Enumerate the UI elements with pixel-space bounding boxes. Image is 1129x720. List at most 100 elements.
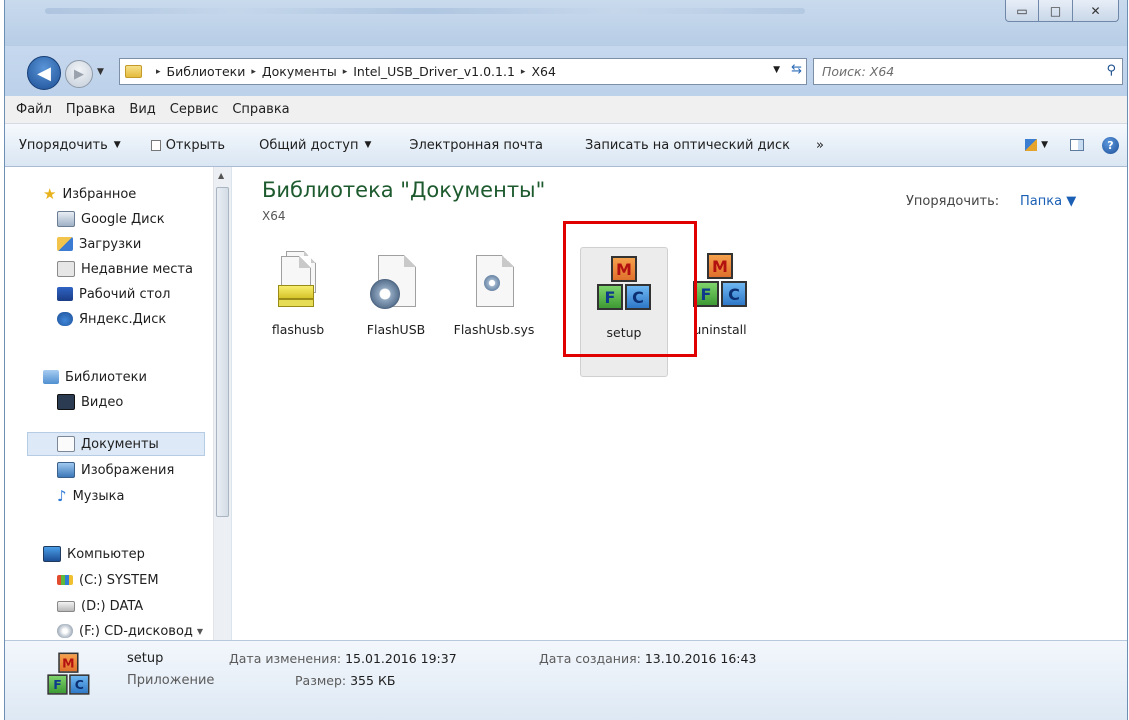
nav-music-label: Музыка: [72, 488, 125, 504]
burn-label: Записать на оптический диск: [585, 137, 790, 153]
nav-video-label: Видео: [81, 394, 124, 410]
recent-pages-dropdown[interactable]: ▼: [97, 67, 104, 77]
file-item-flashusb[interactable]: flashusb: [254, 245, 342, 375]
breadcrumb-separator-icon[interactable]: ▸: [521, 67, 526, 77]
nav-computer-label: Компьютер: [67, 546, 145, 562]
nav-music[interactable]: ♪ Музыка: [57, 485, 124, 507]
created-label: Дата создания:: [539, 651, 641, 666]
scroll-thumb[interactable]: [216, 187, 229, 517]
nav-desktop[interactable]: Рабочий стол: [57, 283, 170, 305]
nav-downloads-label: Загрузки: [79, 236, 142, 252]
menu-tools[interactable]: Сервис: [163, 102, 226, 117]
modified-date: Дата изменения: 15.01.2016 19:37: [229, 651, 457, 666]
organize-button[interactable]: Упорядочить ▼: [5, 124, 133, 166]
computer-icon: [43, 546, 61, 562]
menu-bar: Файл Правка Вид Сервис Справка: [5, 96, 1127, 124]
nav-yandex-disk[interactable]: Яндекс.Диск: [57, 308, 166, 330]
nav-recent-label: Недавние места: [81, 261, 193, 277]
breadcrumb-documents[interactable]: Документы: [262, 64, 337, 79]
menu-view[interactable]: Вид: [122, 102, 162, 117]
nav-libraries[interactable]: Библиотеки: [43, 366, 147, 388]
modified-label: Дата изменения:: [229, 651, 342, 666]
navigation-pane: ★ Избранное Google Диск Загрузки Недавни…: [5, 167, 232, 640]
address-dropdown-icon[interactable]: ▼: [773, 65, 780, 75]
search-icon[interactable]: ⚲: [1106, 63, 1116, 78]
nav-favorites[interactable]: ★ Избранное: [43, 183, 136, 205]
breadcrumb-driver-folder[interactable]: Intel_USB_Driver_v1.0.1.1: [353, 64, 515, 79]
breadcrumb-x64[interactable]: X64: [531, 64, 555, 79]
help-icon[interactable]: ?: [1102, 136, 1119, 154]
downloads-icon: [57, 237, 73, 251]
breadcrumb-libraries[interactable]: Библиотеки: [167, 64, 246, 79]
library-title: Библиотека "Документы": [262, 178, 546, 202]
file-item-flashusb-config[interactable]: FlashUSB: [352, 245, 440, 375]
created-value: 13.10.2016 16:43: [644, 651, 757, 666]
file-name: flashusb: [271, 322, 325, 337]
share-button[interactable]: Общий доступ ▼: [237, 124, 383, 166]
share-label: Общий доступ: [259, 137, 359, 153]
organize-label: Упорядочить: [19, 137, 108, 153]
change-view-icon[interactable]: [1025, 139, 1038, 151]
nav-recent[interactable]: Недавние места: [57, 258, 193, 280]
explorer-window: ▭ □ ✕ ◀ ▶ ▼ ▸ Библиотеки ▸ Документы ▸ I…: [4, 0, 1128, 720]
menu-help[interactable]: Справка: [225, 102, 296, 117]
file-name: FlashUsb.sys: [453, 322, 535, 337]
breadcrumb-separator-icon[interactable]: ▸: [251, 67, 256, 77]
view-dropdown-icon[interactable]: ▼: [1041, 140, 1048, 150]
forward-button[interactable]: ▶: [65, 60, 93, 88]
more-label: »: [815, 137, 824, 153]
music-icon: ♪: [57, 487, 67, 505]
open-button[interactable]: Открыть: [133, 124, 237, 166]
menu-edit[interactable]: Правка: [59, 102, 122, 117]
nav-desktop-label: Рабочий стол: [79, 286, 171, 302]
nav-downloads[interactable]: Загрузки: [57, 233, 141, 255]
nav-computer[interactable]: Компьютер: [43, 543, 145, 565]
nav-google-drive-label: Google Диск: [81, 211, 165, 227]
libraries-icon: [43, 370, 59, 384]
nav-drive-f[interactable]: (F:) CD-дисковод ▼: [57, 620, 203, 642]
scroll-down-icon[interactable]: ▼: [197, 627, 203, 636]
title-bar: ▭ □ ✕: [5, 0, 1127, 46]
selected-file-name: setup: [127, 651, 164, 666]
email-button[interactable]: Электронная почта: [383, 124, 555, 166]
nav-images[interactable]: Изображения: [57, 459, 174, 481]
email-label: Электронная почта: [409, 137, 544, 153]
nav-video[interactable]: Видео: [57, 391, 123, 413]
refresh-icon[interactable]: ⇆: [791, 62, 802, 77]
back-button[interactable]: ◀: [27, 56, 61, 90]
minimize-button[interactable]: ▭: [1005, 0, 1039, 22]
maximize-button[interactable]: □: [1039, 0, 1073, 22]
size-value: 355 КБ: [350, 673, 396, 688]
close-button[interactable]: ✕: [1073, 0, 1119, 22]
nav-drive-f-label: (F:) CD-дисковод: [79, 623, 193, 639]
nav-images-label: Изображения: [81, 462, 175, 478]
back-arrow-icon: ◀: [37, 62, 51, 84]
search-input[interactable]: Поиск: X64 ⚲: [813, 58, 1123, 85]
burn-button[interactable]: Записать на оптический диск: [555, 124, 802, 166]
view-controls: ▼ ?: [1021, 124, 1127, 166]
modified-value: 15.01.2016 19:37: [345, 651, 457, 666]
preview-pane-icon[interactable]: [1070, 139, 1084, 151]
details-pane: M F C setup Приложение Дата изменения: 1…: [5, 640, 1127, 720]
title-bar-blur: [45, 8, 805, 14]
nav-drive-c[interactable]: (C:) SYSTEM: [57, 569, 159, 591]
nav-drive-d[interactable]: (D:) DATA: [57, 595, 143, 617]
selected-file-type: Приложение: [127, 673, 215, 688]
nav-drive-d-label: (D:) DATA: [81, 598, 144, 614]
nav-documents[interactable]: Документы: [57, 433, 159, 455]
nav-favorites-label: Избранное: [62, 186, 137, 202]
nav-google-drive[interactable]: Google Диск: [57, 208, 165, 230]
star-icon: ★: [43, 185, 57, 203]
more-commands-button[interactable]: »: [802, 124, 836, 166]
breadcrumb-separator-icon[interactable]: ▸: [343, 67, 348, 77]
arrange-by-dropdown[interactable]: Папка ▼: [1020, 194, 1076, 209]
nav-scrollbar[interactable]: ▲: [213, 167, 231, 640]
address-bar[interactable]: ▸ Библиотеки ▸ Документы ▸ Intel_USB_Dri…: [119, 58, 807, 85]
open-label: Открыть: [165, 137, 226, 153]
menu-file[interactable]: Файл: [9, 102, 59, 117]
file-item-flashusb-sys[interactable]: FlashUsb.sys: [450, 245, 538, 375]
system-file-icon: [464, 251, 524, 317]
desktop-icon: [57, 287, 73, 301]
scroll-up-icon[interactable]: ▲: [218, 171, 224, 180]
red-highlight-box: [563, 221, 697, 357]
